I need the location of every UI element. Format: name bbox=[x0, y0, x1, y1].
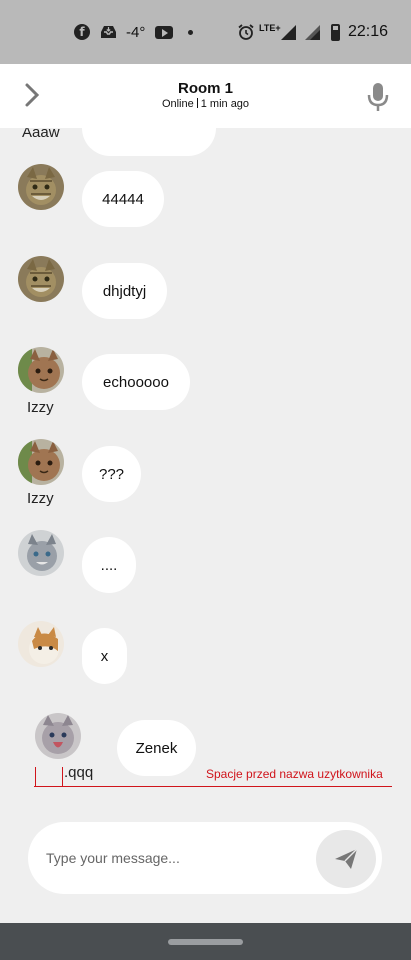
message-text: Zenek bbox=[135, 739, 178, 757]
message-text: .... bbox=[100, 556, 118, 574]
message-username: .qqq bbox=[64, 764, 94, 781]
message-text: echooooo bbox=[103, 373, 169, 391]
message-text: x bbox=[100, 647, 109, 665]
status-divider bbox=[196, 98, 198, 108]
avatar[interactable] bbox=[18, 530, 64, 576]
facebook-icon: f bbox=[74, 24, 90, 40]
annotation-marker-right bbox=[62, 767, 63, 787]
message-text: ??? bbox=[98, 465, 125, 483]
alarm-icon bbox=[237, 22, 255, 42]
home-gesture-handle[interactable] bbox=[168, 939, 243, 945]
status-bar: f -4° LTE+ 22:16 bbox=[0, 0, 411, 64]
annotation-marker-left bbox=[35, 767, 36, 787]
network-type: LTE+ bbox=[259, 23, 281, 33]
tray-icon bbox=[100, 25, 117, 39]
message-text: 44444 bbox=[102, 190, 144, 208]
youtube-icon bbox=[155, 26, 173, 39]
signal-icon bbox=[281, 22, 296, 42]
send-icon bbox=[335, 848, 358, 869]
microphone-button[interactable] bbox=[364, 80, 392, 114]
avatar[interactable] bbox=[18, 621, 64, 667]
signal-icon bbox=[305, 22, 320, 42]
send-button[interactable] bbox=[316, 830, 376, 888]
message-bubble[interactable]: .... bbox=[82, 537, 136, 593]
message-bubble[interactable]: 44444 bbox=[82, 171, 164, 227]
microphone-icon bbox=[367, 83, 389, 111]
clock: 22:16 bbox=[348, 23, 389, 40]
last-seen: 1 min ago bbox=[200, 98, 250, 110]
message-input[interactable] bbox=[46, 846, 306, 870]
notification-dot-icon bbox=[188, 30, 193, 35]
room-title: Room 1 bbox=[177, 80, 233, 97]
avatar[interactable] bbox=[18, 256, 64, 302]
message-username: Izzy bbox=[27, 399, 54, 416]
message-username: Aaaw bbox=[22, 128, 60, 141]
message-list[interactable]: Aaaw 44444 dhjdtyj echooooo Izzy ??? Izz… bbox=[0, 128, 411, 923]
avatar[interactable] bbox=[18, 164, 64, 210]
message-username: Izzy bbox=[27, 490, 54, 507]
annotation-underline bbox=[34, 786, 392, 787]
message-bubble[interactable]: echooooo bbox=[82, 354, 190, 410]
temperature-text: -4° bbox=[126, 23, 146, 41]
room-status: Online 1 min ago bbox=[0, 98, 411, 110]
message-bubble[interactable]: Zenek bbox=[117, 720, 196, 776]
annotation-label: Spacje przed nazwa uzytkownika bbox=[206, 767, 383, 781]
message-bubble[interactable]: ??? bbox=[82, 446, 141, 502]
message-bubble[interactable] bbox=[82, 128, 216, 156]
battery-icon bbox=[331, 24, 340, 41]
message-text: dhjdtyj bbox=[102, 282, 147, 300]
online-status: Online bbox=[161, 98, 194, 110]
avatar[interactable] bbox=[35, 713, 81, 759]
avatar[interactable] bbox=[18, 347, 64, 393]
message-bubble[interactable]: dhjdtyj bbox=[82, 263, 167, 319]
avatar[interactable] bbox=[18, 439, 64, 485]
message-bubble[interactable]: x bbox=[82, 628, 127, 684]
